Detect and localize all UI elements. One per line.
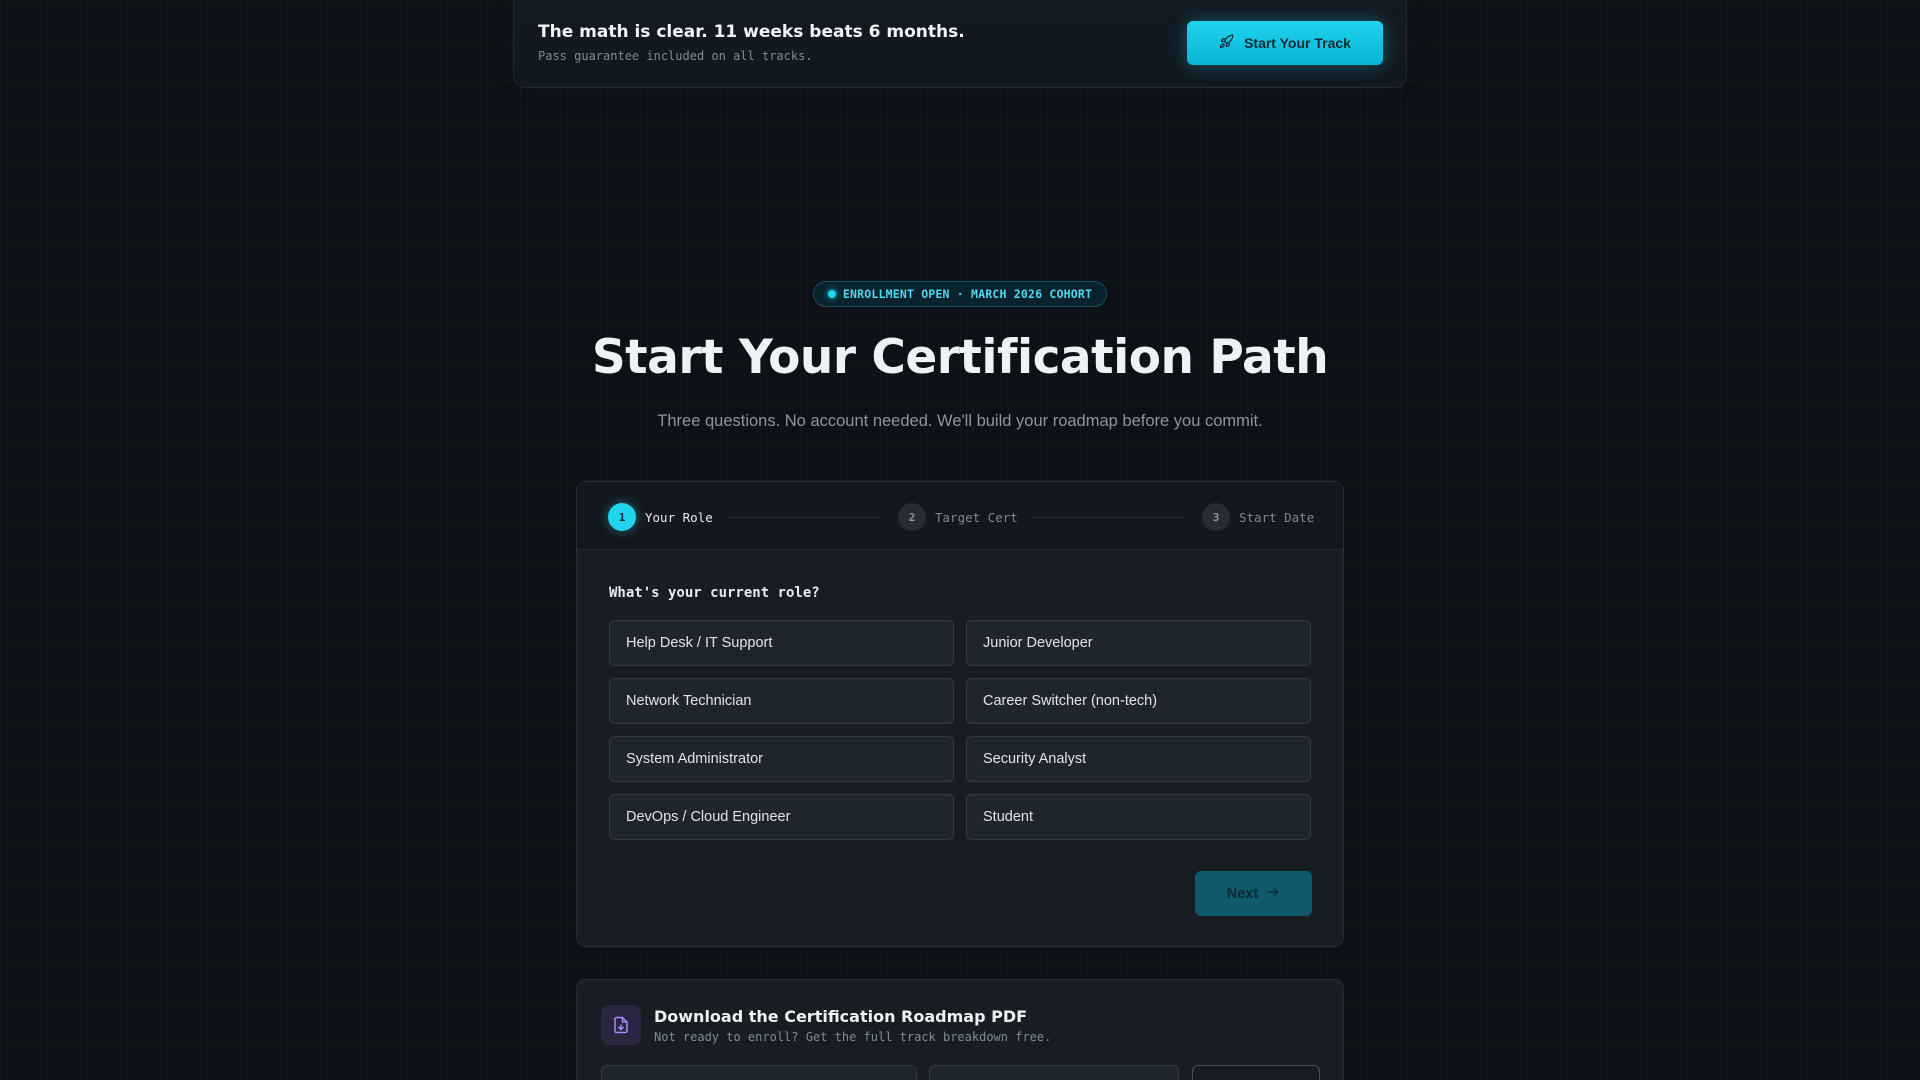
step-label: Start Date	[1239, 509, 1315, 525]
file-download-icon	[601, 1005, 641, 1045]
step-number: 1	[608, 503, 636, 531]
role-wizard-card: 1 Your Role 2 Target Cert 3 Start Date W…	[576, 481, 1344, 947]
step-label: Target Cert	[935, 509, 1018, 525]
banner-subtitle: Pass guarantee included on all tracks.	[538, 49, 813, 63]
step-number: 2	[898, 503, 926, 531]
next-label: Next	[1226, 885, 1259, 902]
pdf-card-subtitle: Not ready to enroll? Get the full track …	[654, 1030, 1052, 1044]
page-title: Start Your Certification Path	[591, 330, 1329, 385]
download-pdf-button[interactable]	[1192, 1065, 1320, 1080]
banner-title: The math is clear. 11 weeks beats 6 mont…	[538, 22, 965, 42]
role-option-devops-cloud-engineer[interactable]: DevOps / Cloud Engineer	[609, 794, 954, 840]
email-input[interactable]	[929, 1065, 1179, 1080]
enrollment-badge-label: ENROLLMENT OPEN · MARCH 2026 COHORT	[842, 287, 1093, 301]
role-question: What's your current role?	[609, 585, 820, 601]
start-your-track-label: Start Your Track	[1244, 35, 1351, 51]
step-target-cert: 2 Target Cert	[898, 503, 1018, 531]
role-option-network-technician[interactable]: Network Technician	[609, 678, 954, 724]
arrow-right-icon	[1266, 885, 1280, 903]
roadmap-pdf-card: Download the Certification Roadmap PDF N…	[576, 979, 1344, 1080]
step-connector	[1033, 517, 1183, 518]
start-your-track-button[interactable]: Start Your Track	[1187, 21, 1383, 65]
page-subtitle: Three questions. No account needed. We'l…	[657, 412, 1263, 430]
step-start-date: 3 Start Date	[1202, 503, 1314, 531]
status-dot-icon	[827, 290, 836, 298]
pdf-card-title: Download the Certification Roadmap PDF	[654, 1007, 1028, 1026]
step-connector	[729, 517, 879, 518]
role-option-help-desk[interactable]: Help Desk / IT Support	[609, 620, 954, 666]
rocket-icon	[1219, 34, 1234, 52]
enrollment-badge: ENROLLMENT OPEN · MARCH 2026 COHORT	[813, 281, 1107, 307]
cta-banner: The math is clear. 11 weeks beats 6 mont…	[513, 0, 1407, 88]
role-option-student[interactable]: Student	[966, 794, 1311, 840]
step-number: 3	[1202, 503, 1230, 531]
role-option-system-administrator[interactable]: System Administrator	[609, 736, 954, 782]
step-label: Your Role	[645, 509, 713, 525]
role-option-security-analyst[interactable]: Security Analyst	[966, 736, 1311, 782]
role-option-junior-developer[interactable]: Junior Developer	[966, 620, 1311, 666]
role-option-career-switcher[interactable]: Career Switcher (non-tech)	[966, 678, 1311, 724]
step-your-role: 1 Your Role	[608, 503, 713, 531]
next-button[interactable]: Next	[1195, 871, 1312, 916]
wizard-stepper: 1 Your Role 2 Target Cert 3 Start Date	[577, 482, 1343, 550]
name-input[interactable]	[601, 1065, 917, 1080]
